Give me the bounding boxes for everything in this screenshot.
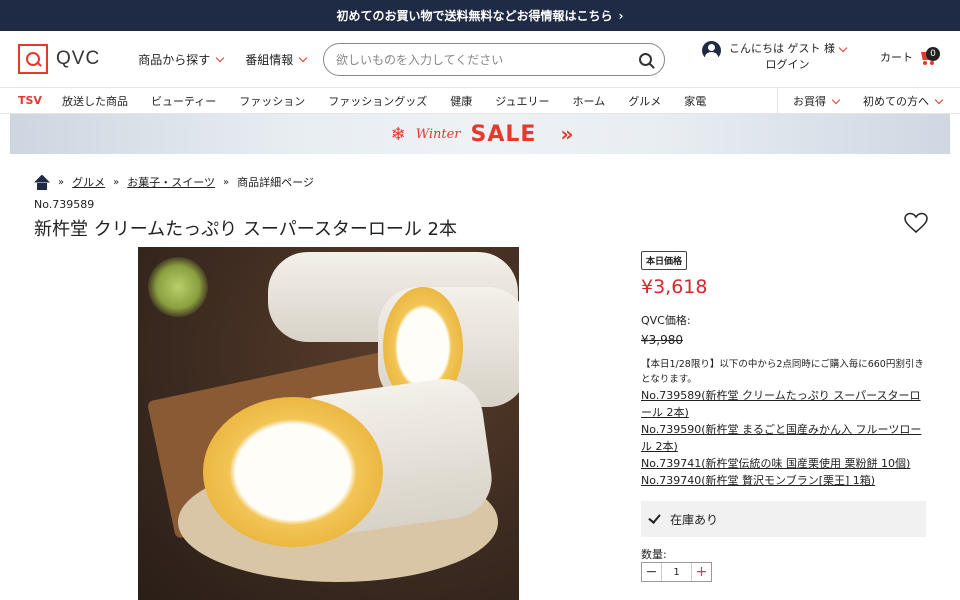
category-fashion[interactable]: ファッション: [239, 93, 305, 109]
breadcrumb-separator: »: [113, 176, 120, 188]
breadcrumb-current: 商品詳細ページ: [237, 176, 314, 189]
snowflake-icon: ❄: [390, 123, 406, 145]
nav-label: 番組情報: [245, 52, 294, 67]
search-input[interactable]: [336, 52, 639, 67]
banner-sale-text: SALE: [470, 121, 537, 147]
cart-count-badge: 0: [926, 47, 940, 61]
breadcrumb-sweets[interactable]: お菓子・スイーツ: [127, 174, 215, 190]
search-icon[interactable]: [639, 53, 652, 66]
login-link[interactable]: ログイン: [729, 57, 846, 73]
current-price: ¥3,618: [641, 276, 708, 298]
nav-deals[interactable]: お買得: [793, 93, 841, 109]
chevron-down-icon: [298, 53, 308, 62]
category-tsv[interactable]: TSV: [18, 94, 42, 107]
nav-program-info[interactable]: 番組情報: [245, 51, 308, 68]
home-icon[interactable]: [34, 175, 50, 190]
nav-first-time[interactable]: 初めての方へ: [863, 93, 944, 109]
category-appliances[interactable]: 家電: [684, 93, 706, 109]
quantity-label: 数量:: [641, 548, 667, 561]
qvc-price-label: QVC価格:: [641, 314, 691, 327]
account-greeting: こんにちは ゲスト 様: [729, 42, 835, 55]
breadcrumb-gourmet[interactable]: グルメ: [72, 174, 105, 190]
breadcrumb: » グルメ » お菓子・スイーツ » 商品詳細ページ: [34, 174, 314, 190]
original-price: ¥3,980: [641, 333, 683, 347]
check-icon: [648, 510, 661, 524]
price-tag: 本日価格: [641, 251, 688, 270]
nav-browse-products[interactable]: 商品から探す: [138, 51, 225, 68]
category-health[interactable]: 健康: [450, 93, 472, 109]
quantity-value[interactable]: 1: [662, 567, 691, 578]
promo-bar[interactable]: 初めてのお買い物で送料無料などお得情報はこちら ›: [0, 0, 960, 31]
double-arrow-icon: »: [560, 122, 573, 146]
product-number: No.739589: [34, 198, 95, 211]
promo-text: 初めてのお買い物で送料無料などお得情報はこちら: [336, 9, 613, 23]
product-info: 本日価格 ¥3,618 QVC価格: ¥3,980 【本日1/28限り】以下の中…: [641, 249, 931, 489]
category-nav-right: お買得 初めての方へ: [777, 88, 944, 114]
cart-label: カート: [880, 51, 913, 64]
discount-note: 【本日1/28限り】以下の中から2点同時にご購入毎に660円割引きとなります。: [641, 359, 924, 385]
breadcrumb-separator: »: [223, 176, 230, 188]
product-image[interactable]: [138, 247, 519, 600]
stock-label: 在庫あり: [670, 512, 719, 527]
category-jewelry[interactable]: ジュエリー: [495, 93, 549, 109]
category-home[interactable]: ホーム: [573, 93, 606, 109]
quantity-increase-button[interactable]: +: [691, 563, 711, 581]
related-products: No.739589(新杵堂 クリームたっぷり スーパースターロール 2本) No…: [641, 387, 931, 489]
nav-label: お買得: [793, 95, 826, 108]
category-broadcast[interactable]: 放送した商品: [62, 93, 128, 109]
related-product-link[interactable]: No.739741(新杵堂伝統の味 国産栗使用 栗粉餅 10個): [641, 455, 931, 472]
related-product-link[interactable]: No.739740(新杵堂 贅沢モンブラン[栗王] 1箱): [641, 472, 931, 489]
nav-label: 初めての方へ: [863, 95, 929, 108]
user-icon: [702, 41, 721, 60]
chevron-down-icon: [215, 53, 225, 62]
logo-q-icon: [18, 44, 48, 74]
chevron-down-icon: [934, 95, 944, 104]
search-box: [323, 43, 665, 76]
qvc-logo[interactable]: QVC: [18, 44, 100, 74]
quantity-stepper: − 1 +: [641, 562, 712, 582]
category-beauty[interactable]: ビューティー: [151, 93, 216, 109]
account-menu[interactable]: こんにちは ゲスト 様 ログイン: [702, 41, 848, 73]
product-title: 新杵堂 クリームたっぷり スーパースターロール 2本: [34, 219, 457, 240]
winter-sale-banner[interactable]: ❄ Winter SALE »: [10, 114, 950, 154]
nav-label: 商品から探す: [138, 52, 211, 67]
related-product-link[interactable]: No.739590(新杵堂 まるごと国産みかん入 フルーツロール 2本): [641, 421, 931, 455]
category-nav: TSV 放送した商品 ビューティー ファッション ファッショングッズ 健康 ジュ…: [0, 87, 960, 114]
breadcrumb-separator: »: [58, 176, 65, 188]
chevron-right-icon: ›: [618, 8, 624, 23]
quantity-decrease-button[interactable]: −: [642, 563, 662, 581]
logo-text: QVC: [56, 48, 101, 69]
heart-icon[interactable]: [904, 212, 928, 234]
category-fashion-goods[interactable]: ファッショングッズ: [328, 93, 427, 109]
banner-winter-text: Winter: [415, 126, 461, 142]
header-nav: 商品から探す 番組情報: [138, 51, 308, 68]
chevron-down-icon: [831, 95, 841, 104]
site-header: QVC 商品から探す 番組情報 こんにちは ゲスト 様 ログイン カート: [0, 31, 960, 87]
related-product-link[interactable]: No.739589(新杵堂 クリームたっぷり スーパースターロール 2本): [641, 387, 931, 421]
stock-status: 在庫あり: [641, 501, 926, 537]
category-gourmet[interactable]: グルメ: [628, 93, 661, 109]
chevron-down-icon: [838, 43, 848, 52]
